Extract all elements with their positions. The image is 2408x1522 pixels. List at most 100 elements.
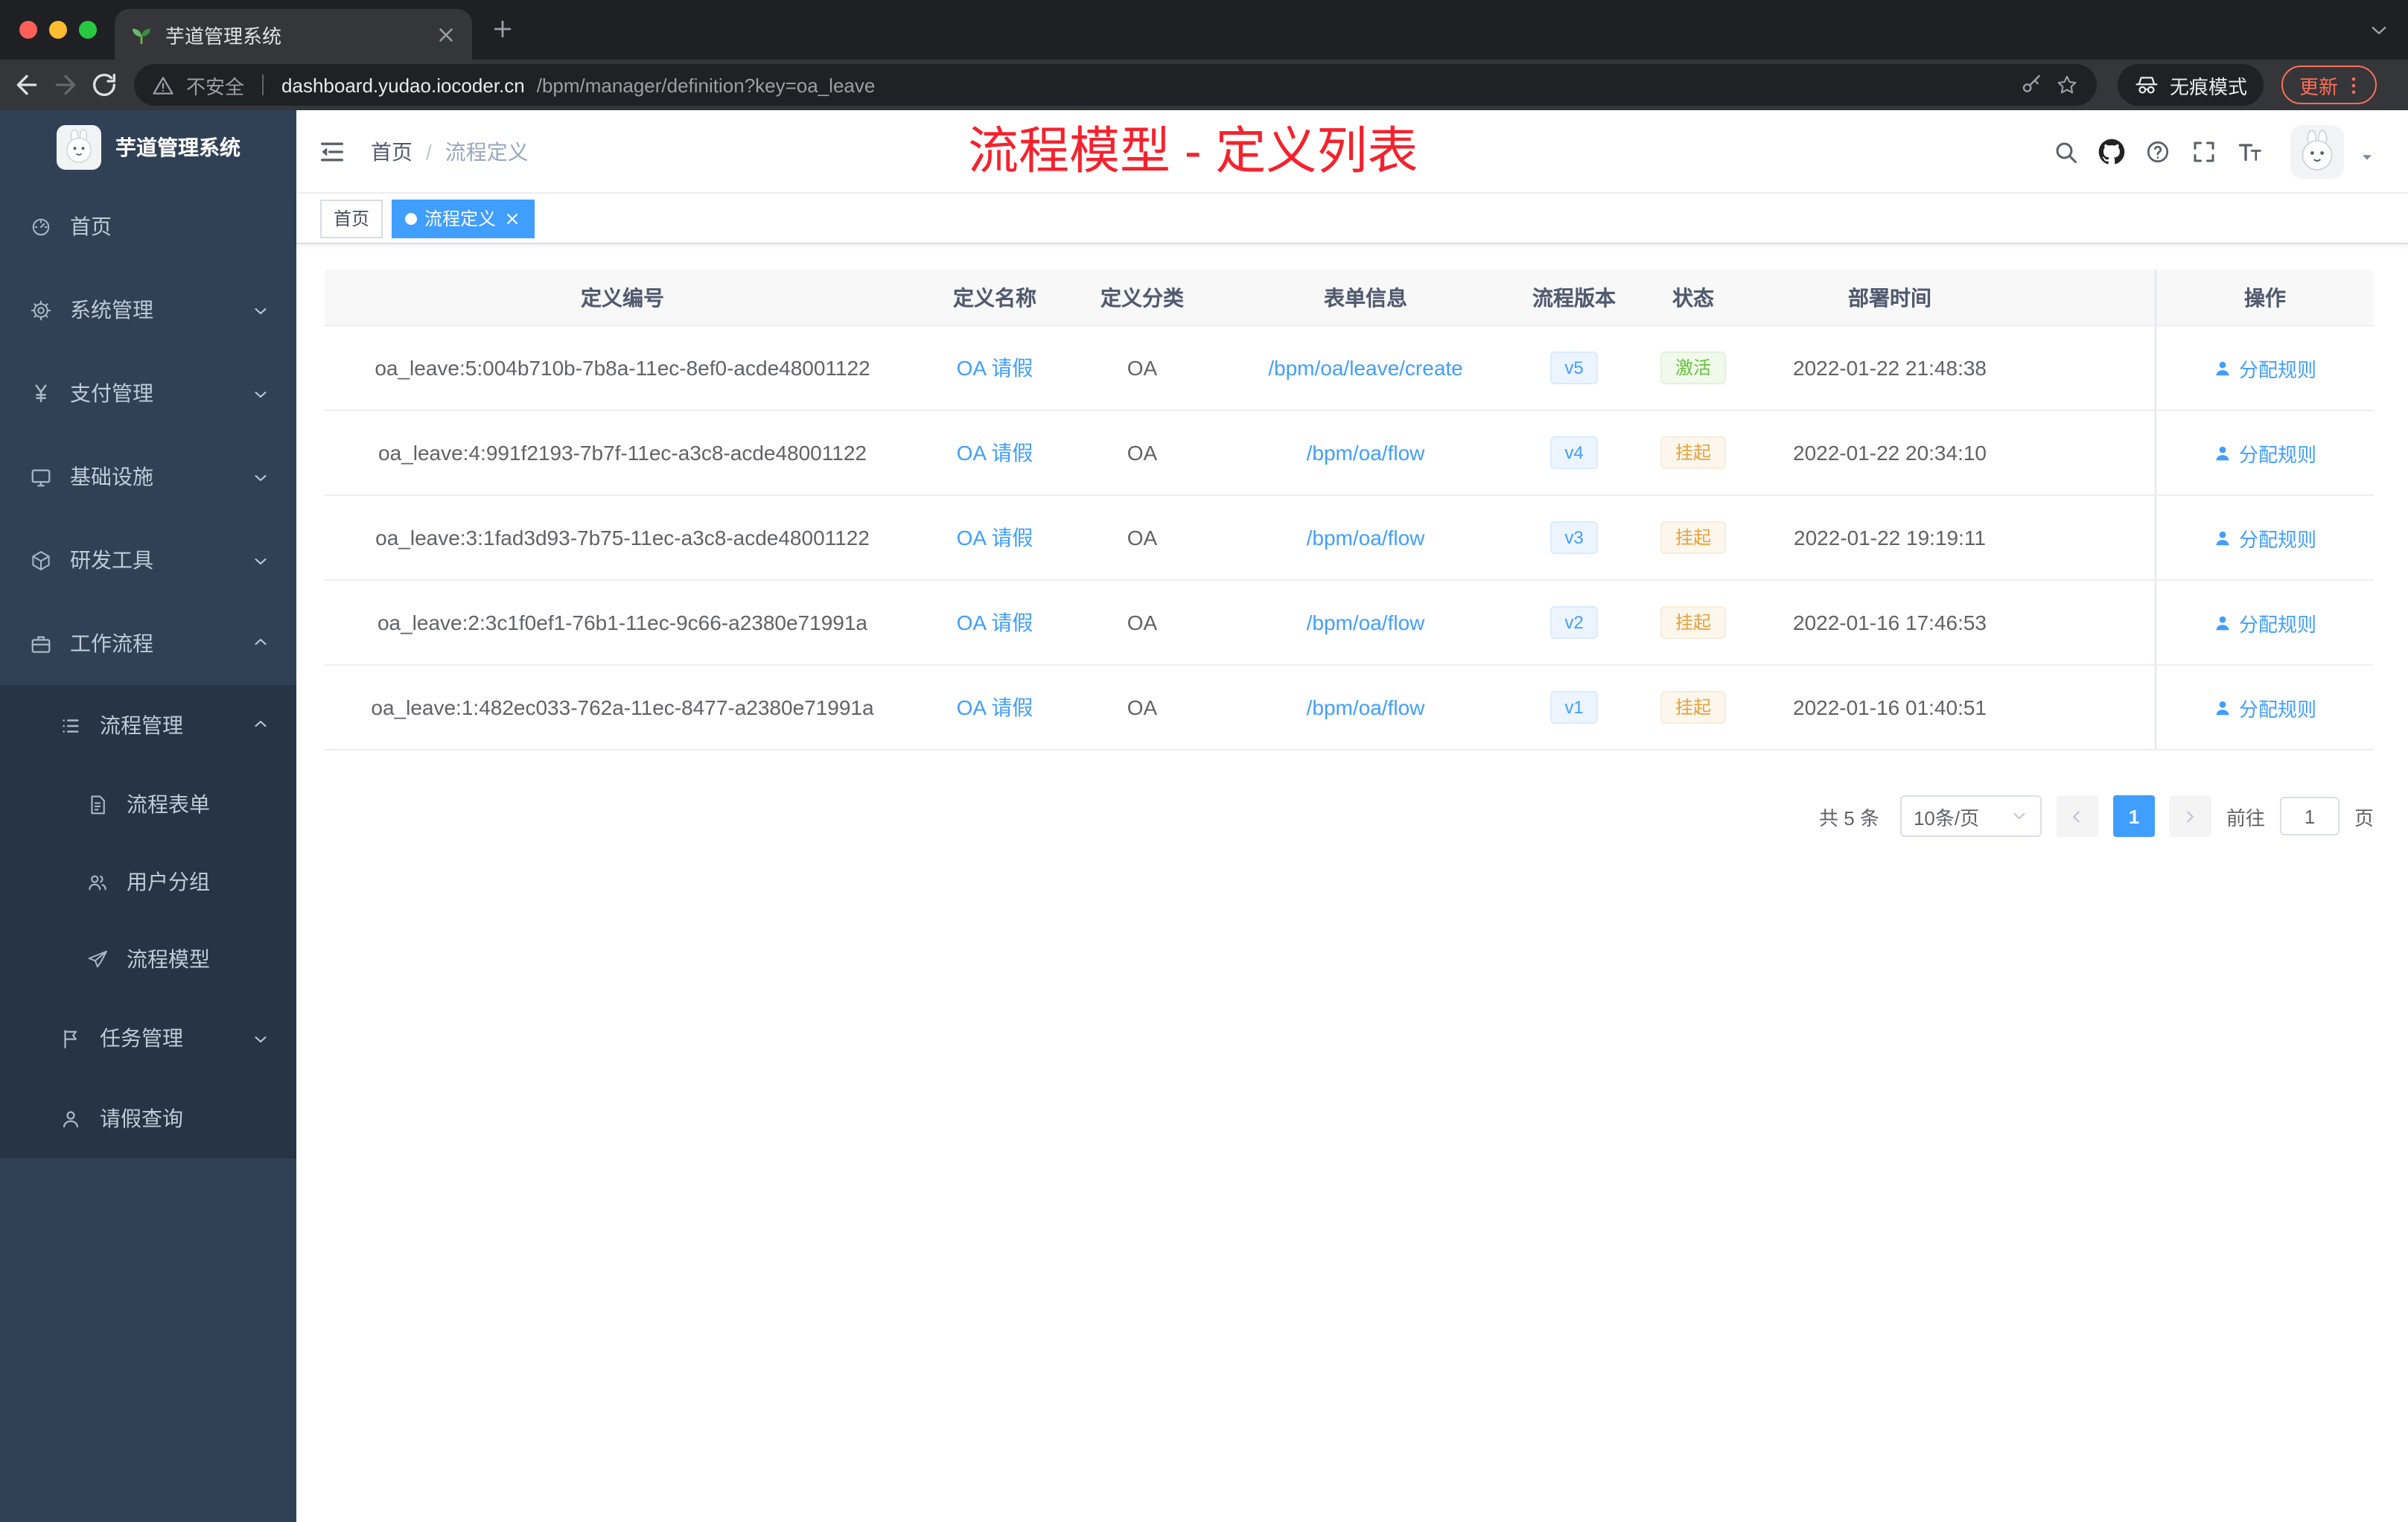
sidebar-item-label: 首页 bbox=[70, 214, 112, 238]
avatar-caret-icon[interactable] bbox=[2359, 148, 2375, 165]
cell-deploy-time: 2022-01-16 17:46:53 bbox=[1793, 611, 1987, 634]
sidebar-item-send[interactable]: 流程模型 bbox=[0, 920, 296, 998]
address-bar[interactable]: 不安全 dashboard.yudao.iocoder.cn/bpm/manag… bbox=[134, 64, 2097, 106]
version-badge: v3 bbox=[1549, 521, 1599, 554]
assign-rule-link[interactable]: 分配规则 bbox=[2214, 354, 2316, 382]
cell-form-info: /bpm/oa/flow bbox=[1215, 496, 1516, 579]
window-minimize-button[interactable] bbox=[49, 21, 67, 39]
assign-rule-link[interactable]: 分配规则 bbox=[2214, 439, 2316, 467]
new-tab-button[interactable] bbox=[490, 16, 515, 42]
cell-deploy-time: 2022-01-22 21:48:38 bbox=[1793, 356, 1987, 380]
browser-toolbar: 不安全 dashboard.yudao.iocoder.cn/bpm/manag… bbox=[0, 60, 2408, 110]
form-link[interactable]: /bpm/oa/flow bbox=[1307, 611, 1425, 634]
menu-dots-icon bbox=[2342, 74, 2365, 96]
definition-name-link[interactable]: OA 请假 bbox=[957, 353, 1033, 383]
browser-tab-strip: 芋道管理系统 bbox=[0, 0, 2408, 60]
cell-definition-id: oa_leave:4:991f2193-7b7f-11ec-a3c8-acde4… bbox=[378, 441, 867, 465]
forward-button[interactable] bbox=[51, 70, 80, 100]
breadcrumb-home[interactable]: 首页 bbox=[371, 136, 413, 166]
chevron-up-icon bbox=[252, 634, 270, 652]
cube-icon bbox=[30, 549, 52, 571]
user-icon bbox=[2214, 443, 2233, 462]
goto-page-input[interactable] bbox=[2279, 797, 2339, 835]
sidebar-item-briefcase[interactable]: 工作流程 bbox=[0, 602, 296, 685]
url-path: /bpm/manager/definition?key=oa_leave bbox=[536, 74, 876, 96]
cell-definition-name: OA 请假 bbox=[920, 581, 1069, 664]
sidebar-item-monitor[interactable]: 基础设施 bbox=[0, 435, 296, 518]
page-unit-label: 页 bbox=[2354, 806, 2374, 829]
tab-close-icon[interactable] bbox=[435, 23, 457, 45]
security-label[interactable]: 不安全 bbox=[186, 71, 244, 99]
assign-rule-link[interactable]: 分配规则 bbox=[2214, 693, 2316, 722]
key-icon[interactable] bbox=[2019, 73, 2043, 97]
avatar[interactable] bbox=[2290, 124, 2344, 178]
screen: 芋道管理系统 不安全 dashboard.yudao.iocoder.cn/bp… bbox=[0, 0, 2408, 1522]
chevron-down-icon bbox=[2010, 807, 2028, 825]
incognito-icon bbox=[2134, 72, 2159, 98]
hamburger-icon[interactable] bbox=[317, 136, 347, 166]
cell-deploy-time: 2022-01-22 19:19:11 bbox=[1794, 526, 1986, 550]
definition-name-link[interactable]: OA 请假 bbox=[957, 438, 1033, 468]
fullscreen-icon[interactable] bbox=[2191, 138, 2217, 165]
next-page-button[interactable] bbox=[2169, 795, 2211, 837]
dashboard-icon bbox=[30, 215, 52, 238]
window-close-button[interactable] bbox=[19, 21, 37, 39]
sidebar-item-label: 流程表单 bbox=[127, 792, 210, 816]
page-content: 定义编号 定义名称 定义分类 表单信息 流程版本 状态 部署时间 操作 oa_leave:5:0… bbox=[296, 244, 2408, 1522]
back-button[interactable] bbox=[12, 70, 42, 100]
definition-name-link[interactable]: OA 请假 bbox=[957, 523, 1033, 553]
help-icon[interactable] bbox=[2144, 138, 2171, 165]
chevron-right-icon bbox=[2181, 806, 2200, 826]
listmenu-icon bbox=[60, 714, 82, 736]
browser-tab[interactable]: 芋道管理系统 bbox=[115, 9, 472, 60]
cell-version: v1 bbox=[1516, 666, 1632, 749]
font-size-icon[interactable] bbox=[2237, 138, 2264, 165]
cell-form-info: /bpm/oa/flow bbox=[1215, 581, 1516, 664]
bookmark-star-icon[interactable] bbox=[2055, 73, 2079, 97]
cell-definition-name: OA 请假 bbox=[920, 326, 1069, 410]
page-size-select[interactable]: 10条/页 bbox=[1899, 795, 2042, 837]
chevron-down-icon bbox=[252, 1029, 270, 1047]
prev-page-button[interactable] bbox=[2056, 795, 2098, 837]
cell-definition-name: OA 请假 bbox=[920, 496, 1069, 579]
cell-filler bbox=[2025, 581, 2155, 664]
form-link[interactable]: /bpm/oa/flow bbox=[1307, 441, 1425, 465]
update-button[interactable]: 更新 bbox=[2281, 66, 2377, 104]
definition-name-link[interactable]: OA 请假 bbox=[957, 692, 1033, 722]
assign-rule-link[interactable]: 分配规则 bbox=[2214, 608, 2316, 637]
search-icon[interactable] bbox=[2052, 138, 2079, 165]
form-link[interactable]: /bpm/oa/flow bbox=[1307, 695, 1425, 719]
column-form-info: 表单信息 bbox=[1324, 285, 1407, 309]
form-link[interactable]: /bpm/oa/flow bbox=[1307, 526, 1425, 550]
definition-name-link[interactable]: OA 请假 bbox=[957, 608, 1033, 637]
status-badge: 激活 bbox=[1660, 351, 1726, 384]
assign-rule-link[interactable]: 分配规则 bbox=[2214, 523, 2316, 552]
flag-icon bbox=[60, 1027, 82, 1049]
cell-form-info: /bpm/oa/leave/create bbox=[1215, 326, 1516, 410]
close-icon[interactable] bbox=[503, 209, 521, 227]
sidebar-item-cube[interactable]: 研发工具 bbox=[0, 518, 296, 602]
chevron-left-icon bbox=[2068, 806, 2087, 826]
app-logo[interactable]: 芋道管理系统 bbox=[0, 110, 296, 185]
view-tag-active[interactable]: 流程定义 bbox=[392, 199, 535, 238]
view-tag-inactive[interactable]: 首页 bbox=[320, 199, 383, 238]
cell-filler bbox=[2025, 326, 2155, 410]
sidebar-item-dashboard[interactable]: 首页 bbox=[0, 185, 296, 268]
page-1-button[interactable]: 1 bbox=[2112, 795, 2155, 837]
person-icon bbox=[60, 1107, 82, 1130]
sidebar-item-listmenu[interactable]: 流程管理 bbox=[0, 685, 296, 765]
goto-label: 前往 bbox=[2226, 806, 2265, 829]
sidebar-item-label: 流程管理 bbox=[100, 713, 183, 737]
breadcrumb-separator: / bbox=[426, 139, 432, 163]
sidebar-item-doc[interactable]: 流程表单 bbox=[0, 765, 296, 843]
sidebar-item-flag[interactable]: 任务管理 bbox=[0, 998, 296, 1078]
reload-button[interactable] bbox=[89, 70, 119, 100]
sidebar-item-yen[interactable]: 支付管理 bbox=[0, 351, 296, 435]
window-zoom-button[interactable] bbox=[79, 21, 97, 39]
tab-search-icon[interactable] bbox=[2368, 19, 2390, 42]
sidebar-item-person[interactable]: 请假查询 bbox=[0, 1078, 296, 1159]
sidebar-item-gear[interactable]: 系统管理 bbox=[0, 268, 296, 351]
github-icon[interactable] bbox=[2098, 138, 2125, 165]
form-link[interactable]: /bpm/oa/leave/create bbox=[1268, 356, 1463, 380]
sidebar-item-users[interactable]: 用户分组 bbox=[0, 843, 296, 920]
